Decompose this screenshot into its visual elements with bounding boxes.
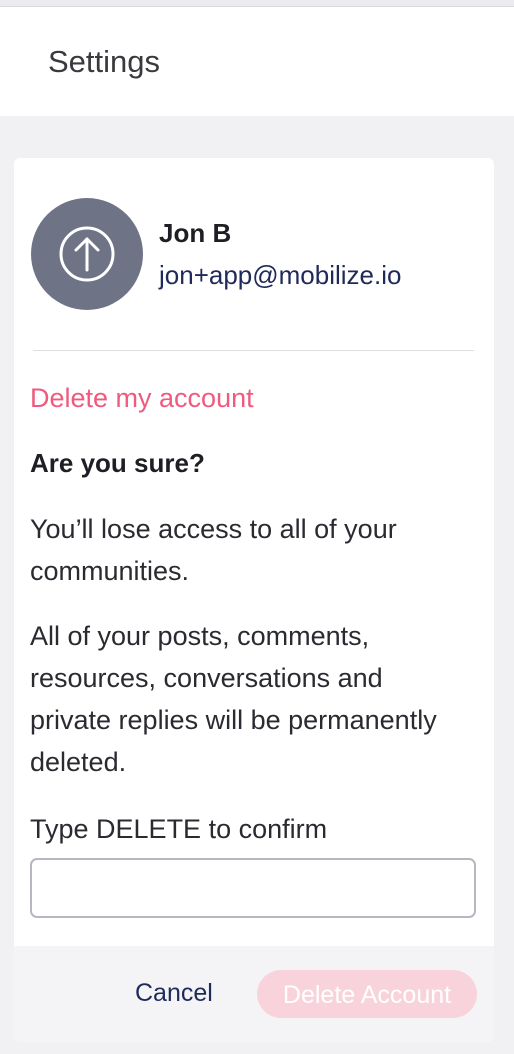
user-email: jon+app@mobilize.io (159, 260, 402, 290)
divider (33, 350, 474, 351)
user-name: Jon B (159, 218, 232, 248)
top-bar-edge (0, 0, 514, 7)
cancel-button[interactable]: Cancel (120, 968, 228, 1018)
delete-account-button[interactable]: Delete Account (257, 970, 477, 1018)
confirm-field-label: Type DELETE to confirm (30, 814, 328, 844)
settings-card: Jon B jon+app@mobilize.io Delete my acco… (14, 158, 494, 1042)
delete-confirm-input[interactable] (30, 858, 476, 918)
page-header: Settings (0, 7, 514, 116)
avatar[interactable] (31, 198, 143, 310)
dialog-footer: Cancel Delete Account (14, 946, 494, 1042)
delete-account-link[interactable]: Delete my account (30, 381, 254, 415)
warning-text-content: All of your posts, comments, resources, … (30, 621, 437, 777)
upload-arrow-icon (59, 226, 115, 282)
warning-text-access: You’ll lose access to all of your commun… (30, 514, 397, 586)
confirm-heading: Are you sure? (30, 448, 205, 478)
page-title: Settings (48, 44, 161, 79)
